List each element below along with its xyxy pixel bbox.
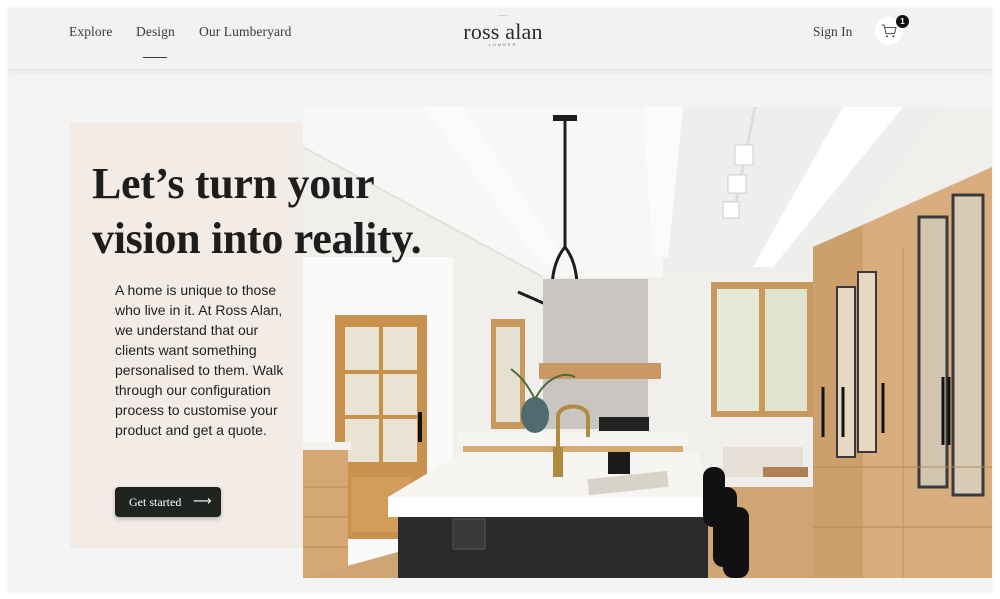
get-started-button[interactable]: Get started ⟶ xyxy=(115,487,221,517)
logo-text: ross alan xyxy=(463,19,543,44)
hero-title-line-2: vision into reality. xyxy=(92,214,422,263)
hero-title-line-1: Let’s turn your xyxy=(92,159,375,208)
brand-logo[interactable]: ~~~ ross alan LUMBER xyxy=(448,14,558,60)
nav-explore[interactable]: Explore xyxy=(69,24,112,40)
hero-description: A home is unique to those who live in it… xyxy=(115,282,284,438)
site-header: Explore Design Our Lumberyard ~~~ ross a… xyxy=(8,8,992,70)
page-frame: Explore Design Our Lumberyard ~~~ ross a… xyxy=(8,8,992,592)
nav-our-lumberyard[interactable]: Our Lumberyard xyxy=(199,24,292,40)
nav-design[interactable]: Design xyxy=(136,24,175,40)
cart-icon xyxy=(881,24,897,38)
get-started-label: Get started xyxy=(129,495,182,509)
arrow-right-icon: ⟶ xyxy=(193,494,212,509)
cart-count-badge: 1 xyxy=(896,15,909,28)
hero-title: Let’s turn your vision into reality. xyxy=(92,156,512,266)
nav-active-indicator xyxy=(143,57,167,58)
sign-in-link[interactable]: Sign In xyxy=(813,24,852,40)
